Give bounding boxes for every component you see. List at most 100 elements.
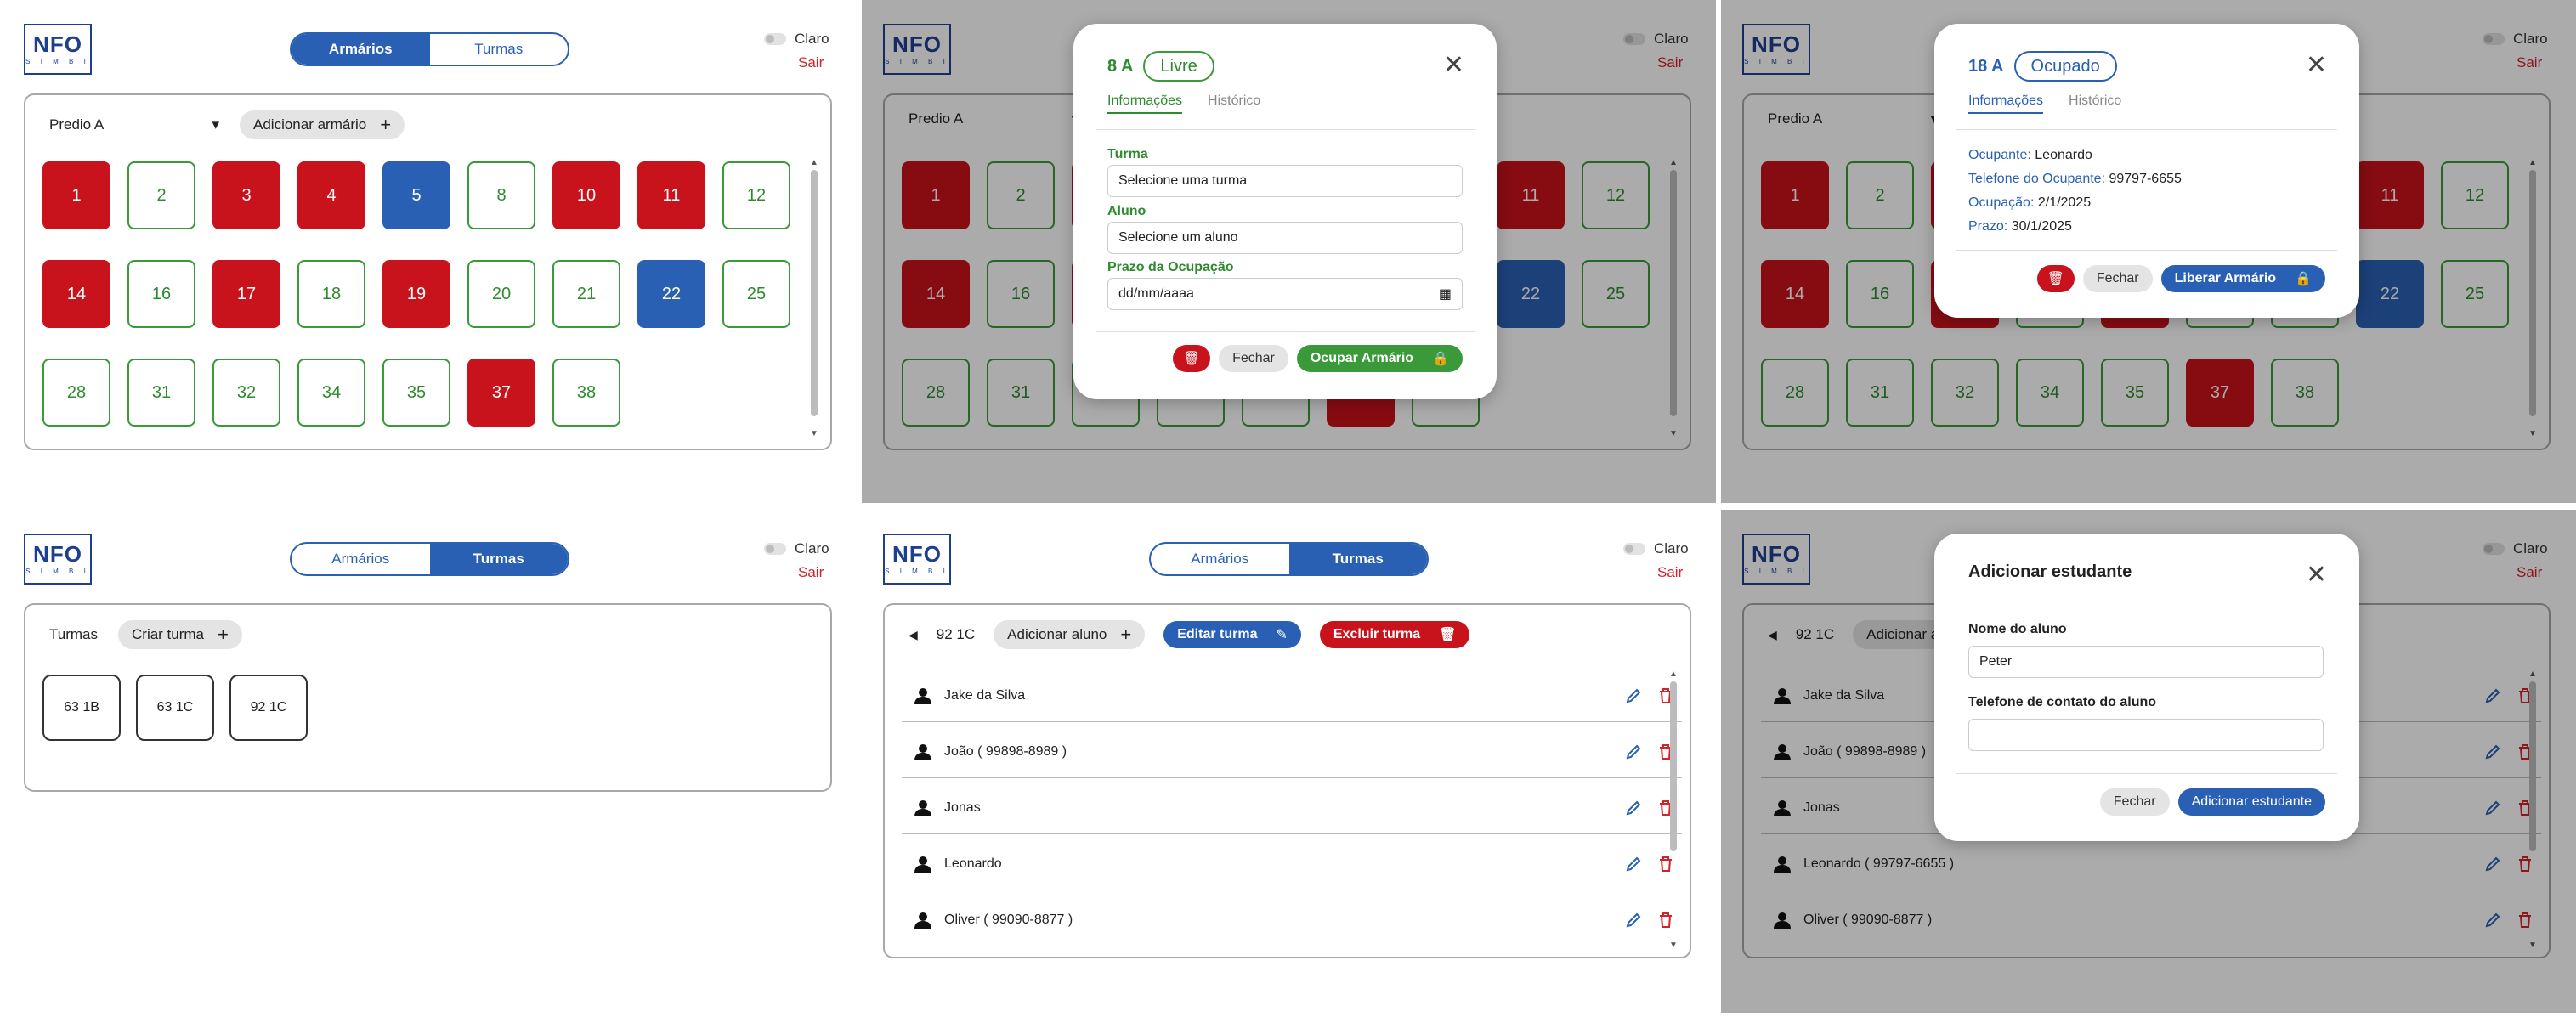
locker-5[interactable]: 5: [382, 161, 450, 229]
modal-actions: 🗑 Fechar Liberar Armário 🔒: [2036, 265, 2325, 292]
person-icon: [902, 855, 944, 873]
locker-1[interactable]: 1: [42, 161, 110, 229]
class-card[interactable]: 63 1C: [136, 675, 214, 741]
classes-frame: Turmas Criar turma + 63 1B 63 1C 92 1C: [24, 603, 832, 792]
locker-21[interactable]: 21: [552, 260, 620, 328]
tab-armarios[interactable]: Armários: [292, 34, 430, 65]
trash-icon: 🗑: [1182, 352, 1201, 366]
scrollbar[interactable]: ▲ ▼: [1667, 670, 1679, 950]
locker-12[interactable]: 12: [722, 161, 790, 229]
date-input[interactable]: dd/mm/aaaa ▦: [1107, 278, 1463, 310]
tab-historico[interactable]: Histórico: [1208, 93, 1260, 114]
tab-informacoes[interactable]: Informações: [1107, 93, 1183, 114]
delete-class-button[interactable]: Excluir turma 🗑: [1319, 621, 1470, 648]
occupy-button[interactable]: Ocupar Armário 🔒: [1296, 345, 1463, 372]
tab-armarios[interactable]: Armários: [292, 544, 430, 574]
theme-toggle[interactable]: [1623, 543, 1645, 555]
close-button[interactable]: Fechar: [2099, 788, 2170, 816]
class-card[interactable]: 63 1B: [42, 675, 121, 741]
app-logo: NFO S I M B I: [24, 534, 92, 585]
locker-22[interactable]: 22: [637, 260, 705, 328]
locker-32[interactable]: 32: [212, 359, 280, 427]
tab-informacoes[interactable]: Informações: [1968, 93, 2044, 114]
nav-switch: Armários Turmas: [1149, 542, 1429, 576]
tab-turmas[interactable]: Turmas: [429, 544, 568, 574]
phone-field[interactable]: [1968, 719, 2324, 751]
locker-19[interactable]: 19: [382, 260, 450, 328]
person-icon: [902, 911, 944, 929]
locker-3[interactable]: 3: [212, 161, 280, 229]
student-name: João ( 99898-8989 ): [944, 743, 1067, 759]
logout-link[interactable]: Sair: [798, 564, 824, 581]
chevron-down-icon: ▾: [212, 116, 219, 133]
scrollbar[interactable]: ▲ ▼: [808, 158, 820, 438]
locker-10[interactable]: 10: [552, 161, 620, 229]
delete-button[interactable]: 🗑: [1173, 345, 1211, 372]
release-button[interactable]: Liberar Armário 🔒: [2160, 265, 2325, 292]
pencil-icon[interactable]: [1617, 687, 1650, 704]
add-locker-button[interactable]: Adicionar armário +: [240, 110, 405, 139]
tab-historico[interactable]: Histórico: [2069, 93, 2121, 114]
locker-35[interactable]: 35: [382, 359, 450, 427]
phone-row: Telefone do Ocupante: 99797-6655: [1968, 172, 2182, 186]
locker-20[interactable]: 20: [467, 260, 535, 328]
theme-toggle[interactable]: [764, 543, 786, 555]
add-student-screen: NFOS I M B I Armários Turmas Claro Sair …: [1718, 510, 2576, 1013]
status-badge: Livre: [1143, 51, 1214, 82]
tab-turmas[interactable]: Turmas: [1288, 544, 1427, 574]
locker-4[interactable]: 4: [297, 161, 365, 229]
close-icon[interactable]: ✕: [2306, 53, 2327, 78]
class-detail-screen: NFO S I M B I Armários Turmas Claro Sair …: [859, 510, 1718, 1013]
pencil-icon[interactable]: [1617, 912, 1650, 929]
theme-label: Claro: [1654, 540, 1689, 557]
building-select[interactable]: Predio A▾: [49, 116, 219, 133]
locker-31[interactable]: 31: [127, 359, 195, 427]
add-student-button[interactable]: Adicionar aluno+: [994, 620, 1146, 649]
back-icon[interactable]: ◀: [909, 628, 918, 642]
locker-28[interactable]: 28: [42, 359, 110, 427]
pencil-icon[interactable]: [1617, 743, 1650, 760]
locker-18[interactable]: 18: [297, 260, 365, 328]
tab-armarios[interactable]: Armários: [1151, 544, 1289, 574]
student-row: Jake da Silva: [902, 670, 1682, 722]
locker-37[interactable]: 37: [467, 359, 535, 427]
create-class-button[interactable]: Criar turma +: [118, 620, 242, 649]
logout-link[interactable]: Sair: [1657, 564, 1683, 581]
locker-38[interactable]: 38: [552, 359, 620, 427]
locker-34[interactable]: 34: [297, 359, 365, 427]
close-icon[interactable]: ✕: [1443, 53, 1464, 78]
theme-toggle[interactable]: [764, 33, 786, 45]
pencil-icon[interactable]: [1617, 856, 1650, 873]
class-card[interactable]: 92 1C: [229, 675, 308, 741]
close-button[interactable]: Fechar: [2082, 265, 2153, 292]
locker-8[interactable]: 8: [467, 161, 535, 229]
locker-2[interactable]: 2: [127, 161, 195, 229]
modal-title: Adicionar estudante: [1968, 562, 2132, 581]
deadline-row: Prazo: 30/1/2025: [1968, 219, 2072, 234]
logout-link[interactable]: Sair: [798, 54, 824, 71]
status-badge: Ocupado: [2013, 51, 2117, 82]
locker-16[interactable]: 16: [127, 260, 195, 328]
submit-student-button[interactable]: Adicionar estudante: [2177, 788, 2325, 816]
turma-label: Turma: [1107, 147, 1148, 161]
aluno-select[interactable]: Selecione um aluno: [1107, 222, 1463, 254]
prazo-label: Prazo da Ocupação: [1107, 260, 1234, 274]
edit-class-button[interactable]: Editar turma ✎: [1163, 621, 1301, 648]
pencil-icon[interactable]: [1617, 799, 1650, 816]
locker-11[interactable]: 11: [637, 161, 705, 229]
turma-select[interactable]: Selecione uma turma: [1107, 165, 1463, 197]
locker-25[interactable]: 25: [722, 260, 790, 328]
tab-turmas[interactable]: Turmas: [430, 34, 569, 65]
close-button[interactable]: Fechar: [1219, 345, 1288, 372]
locker-14[interactable]: 14: [42, 260, 110, 328]
app-logo: NFO S I M B I: [24, 24, 92, 75]
locker-17[interactable]: 17: [212, 260, 280, 328]
student-name: Oliver ( 99090-8877 ): [944, 912, 1073, 927]
name-field[interactable]: Peter: [1968, 646, 2324, 678]
lock-icon: 🔒: [2295, 272, 2312, 286]
classes-title: Turmas: [49, 626, 98, 642]
student-name: Jake da Silva: [944, 687, 1026, 703]
class-frame: ◀ 92 1C Adicionar aluno + Editar turma ✎ E…: [883, 603, 1691, 958]
delete-button[interactable]: 🗑: [2036, 265, 2075, 292]
close-icon[interactable]: ✕: [2306, 562, 2327, 588]
